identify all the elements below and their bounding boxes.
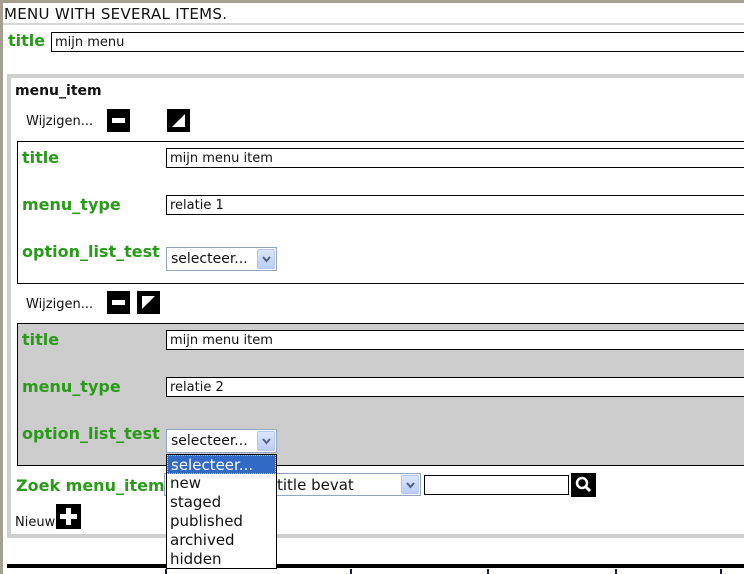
corner-triangle-icon bbox=[142, 296, 155, 309]
item-1-menu-type-input[interactable] bbox=[166, 195, 744, 215]
search-label: Zoek menu_item bbox=[16, 476, 165, 495]
search-criteria-value: title bevat bbox=[277, 476, 354, 494]
dropdown-option[interactable]: archived bbox=[167, 531, 276, 550]
minus-icon bbox=[112, 300, 125, 305]
item-2-menu-type-label: menu_type bbox=[22, 377, 121, 396]
add-button[interactable] bbox=[56, 504, 81, 529]
chevron-down-icon bbox=[406, 482, 415, 489]
clipped-text-fragment bbox=[350, 569, 352, 574]
item-1-title-input[interactable] bbox=[166, 148, 744, 168]
chevron-down-icon bbox=[262, 256, 271, 263]
bottom-divider bbox=[7, 564, 744, 568]
search-query-input[interactable] bbox=[424, 475, 569, 495]
item-2-option-list-value: selecteer... bbox=[171, 433, 248, 449]
window-frame-left bbox=[0, 0, 3, 574]
menu-title-label: title bbox=[8, 31, 46, 50]
clipped-text-fragment bbox=[615, 569, 617, 574]
toggle-button-item-1[interactable] bbox=[167, 109, 190, 132]
toggle-button-item-2[interactable] bbox=[137, 291, 160, 314]
clipped-text-fragment bbox=[487, 569, 489, 574]
dropdown-arrow-button[interactable] bbox=[257, 431, 275, 451]
item-1-option-list-value: selecteer... bbox=[171, 251, 248, 267]
window-frame-top bbox=[0, 0, 744, 3]
edit-link-item-2[interactable]: Wijzigen... bbox=[26, 297, 93, 312]
item-2-option-list-select[interactable]: selecteer... bbox=[166, 429, 277, 453]
collapse-button-item-1[interactable] bbox=[107, 109, 130, 132]
heading-divider bbox=[3, 23, 744, 25]
magnifier-icon bbox=[575, 476, 592, 493]
search-button[interactable] bbox=[571, 473, 596, 497]
menu-item-heading: menu_item bbox=[15, 83, 102, 99]
minus-icon bbox=[112, 118, 125, 123]
menu-title-input[interactable] bbox=[51, 32, 744, 52]
item-1-menu-type-label: menu_type bbox=[22, 195, 121, 214]
dropdown-arrow-button[interactable] bbox=[257, 249, 275, 269]
item-2-title-label: title bbox=[22, 330, 60, 349]
item-2-menu-type-input[interactable] bbox=[166, 377, 744, 397]
dropdown-option[interactable]: selecteer... bbox=[167, 455, 276, 474]
edit-link-item-1[interactable]: Wijzigen... bbox=[26, 114, 93, 129]
new-label[interactable]: Nieuw bbox=[15, 515, 55, 530]
dropdown-option[interactable]: new bbox=[167, 474, 276, 493]
item-1-title-label: title bbox=[22, 148, 60, 167]
dropdown-option[interactable]: hidden bbox=[167, 550, 276, 569]
collapse-button-item-2[interactable] bbox=[107, 291, 130, 314]
item-2-title-input[interactable] bbox=[166, 330, 744, 350]
chevron-down-icon bbox=[262, 438, 271, 445]
page-heading: MENU WITH SEVERAL ITEMS. bbox=[4, 5, 228, 23]
item-1-option-list-select[interactable]: selecteer... bbox=[166, 247, 277, 271]
dropdown-arrow-button[interactable] bbox=[401, 475, 419, 494]
clipped-text-fragment bbox=[165, 569, 167, 574]
dropdown-option[interactable]: published bbox=[167, 512, 276, 531]
plus-icon bbox=[60, 508, 77, 525]
clipped-text-fragment bbox=[720, 569, 722, 574]
dropdown-option[interactable]: staged bbox=[167, 493, 276, 512]
option-list-dropdown: selecteer... new staged published archiv… bbox=[166, 454, 277, 569]
item-2-option-list-label: option_list_test bbox=[22, 424, 160, 443]
item-1-option-list-label: option_list_test bbox=[22, 242, 160, 261]
corner-triangle-icon bbox=[172, 114, 185, 127]
